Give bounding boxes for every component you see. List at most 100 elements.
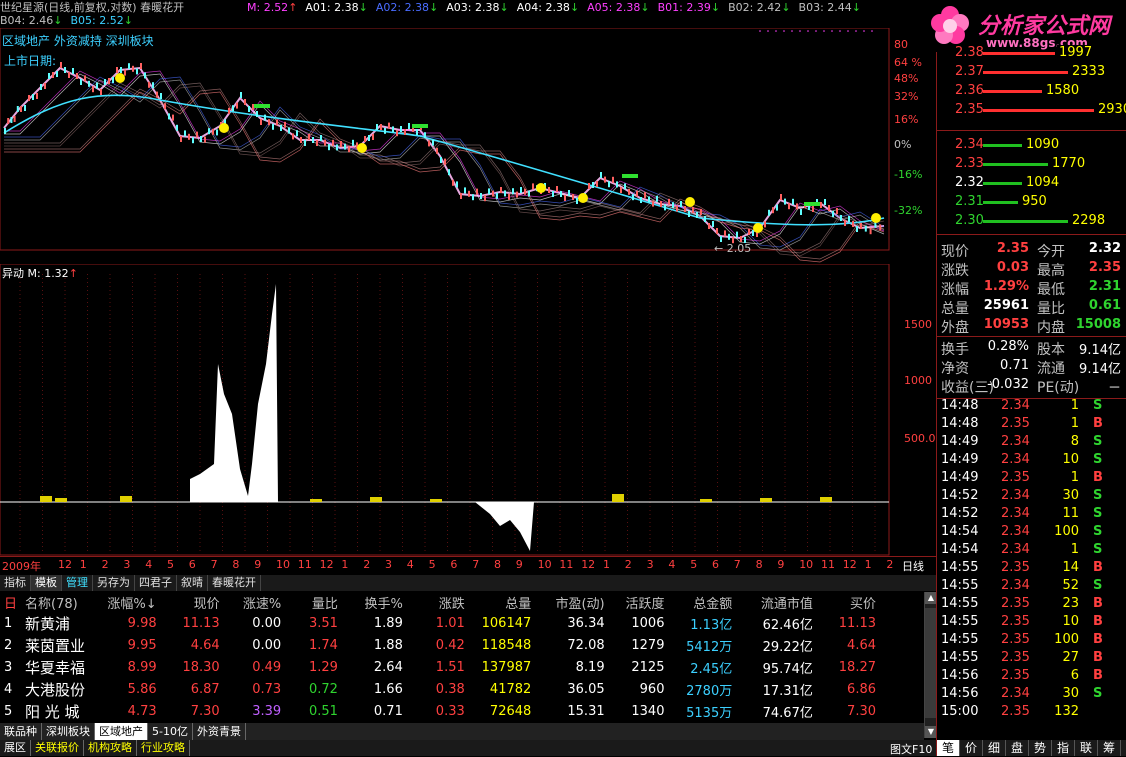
book-price: 2.30 (955, 213, 984, 228)
kline-chart[interactable]: ← 2.05 (0, 27, 890, 264)
top-dot (863, 30, 865, 32)
cell-pe: 36.34 (567, 615, 605, 631)
timeline-month: 10 (537, 558, 552, 571)
detail-tab[interactable]: 细 (983, 740, 1006, 756)
candle (20, 106, 22, 112)
formula-tab[interactable]: 春暖花开 (208, 575, 261, 591)
tick-time: 14:55 (941, 560, 979, 575)
column-header[interactable]: 市盈(动) (535, 592, 608, 612)
cell-amt: 5412万 (686, 639, 733, 655)
period-label[interactable]: 日线 (902, 558, 924, 574)
formula-tab[interactable]: 指标 (0, 575, 31, 591)
column-header[interactable]: 流通市值 (736, 592, 817, 612)
formula-tab[interactable]: 叙晴 (177, 575, 208, 591)
column-header[interactable]: 活跃度 (609, 592, 669, 612)
formula-tab[interactable]: 另存为 (93, 575, 135, 591)
column-header[interactable]: 名称(78) (21, 592, 98, 612)
detail-tab[interactable]: 势 (1029, 740, 1052, 756)
column-header[interactable]: 买价 (817, 592, 880, 612)
candle (652, 200, 654, 207)
cell-cap: 17.31亿 (762, 683, 813, 699)
indicator-panel[interactable]: 异动 M: 1.32↑ (0, 263, 890, 556)
sheet-tab[interactable]: 外资青景 (193, 723, 246, 740)
info-label: 现价 (941, 244, 969, 260)
timeline-month: 6 (450, 558, 458, 571)
sheet-tab[interactable]: 5-10亿 (148, 723, 193, 740)
timeline-month: 1 (341, 558, 349, 571)
timeline-year: 2009年 (2, 560, 41, 573)
cell-turn: 2.64 (373, 659, 403, 675)
candle (520, 187, 522, 193)
candle (184, 130, 186, 137)
sheet-tab[interactable]: 区域地产 (95, 723, 148, 740)
info-row: 涨幅 1.29% 最低 2.31 (937, 278, 1123, 298)
detail-tab[interactable]: 盘 (1006, 740, 1029, 756)
formula-tab[interactable]: 四君子 (135, 575, 177, 591)
sheet-tab[interactable]: 联品种 (0, 723, 42, 740)
timeline-month: 6 (188, 558, 196, 571)
table-row[interactable]: 1 新黄浦 9.98 11.13 0.00 3.51 1.89 1.01 106147 36.34… (0, 612, 880, 634)
table-row[interactable]: 5 阳 光 城 4.73 7.30 3.39 0.51 0.71 0.33 72648 15.31… (0, 700, 880, 722)
detail-tab[interactable]: 联 (1075, 740, 1098, 756)
sheet-tab[interactable]: 深圳板块 (42, 723, 95, 740)
candle (680, 201, 682, 207)
formula-tab[interactable]: 模板 (31, 575, 62, 591)
bid-row[interactable]: 2.31 950 (937, 193, 1123, 212)
bid-row[interactable]: 2.30 2298 (937, 212, 1123, 231)
detail-tab[interactable]: 笔 (937, 740, 960, 756)
indicator-bar (700, 499, 712, 502)
table-row[interactable]: 2 莱茵置业 9.95 4.64 0.00 1.74 1.88 0.42 118548 72.08… (0, 634, 880, 656)
column-header[interactable]: 总量 (469, 592, 536, 612)
figure-tab[interactable]: 图文F10 (890, 741, 932, 757)
column-header[interactable]: 换手% (342, 592, 407, 612)
formula-tab-bar: 指标 模板 管理 另存为 四君子 叙晴 春暖花开 (0, 575, 936, 591)
column-header[interactable]: 现价 (161, 592, 224, 612)
detail-tab[interactable]: 筹 (1098, 740, 1121, 756)
bottom-bar-item[interactable]: 关联报价 (31, 740, 84, 756)
candle (312, 137, 314, 143)
tick-volume: 10 (1062, 452, 1079, 467)
timeline-month: 12 (581, 558, 596, 571)
bid-row[interactable]: 2.34 1090 (937, 136, 1123, 155)
bottom-bar-item[interactable]: 行业攻略 (137, 740, 190, 756)
quote-table: 日名称(78) 涨幅%↓ 现价 涨速% 量比 换手% 涨跌 总量 市盈(动) 活跃度 总金额 流通市值… (0, 592, 880, 722)
cell-diff: 0.42 (435, 637, 465, 653)
formula-tab[interactable]: 管理 (62, 575, 93, 591)
tick-volume: 30 (1062, 686, 1079, 701)
candle (496, 192, 498, 199)
ma-legend-item: B03: 2.44↓ (798, 1, 861, 14)
candle (28, 95, 30, 101)
kline-panel[interactable]: ← 2.05 区域地产 外资减持 深圳板块 上市日期: (0, 27, 890, 264)
column-header[interactable]: 总金额 (668, 592, 736, 612)
column-header[interactable]: 涨幅%↓ (98, 592, 161, 612)
column-header[interactable]: 涨速% (224, 592, 286, 612)
detail-tab[interactable]: 指 (1052, 740, 1075, 756)
detail-tab[interactable]: 价 (960, 740, 983, 756)
column-header[interactable]: 量比 (285, 592, 342, 612)
ask-row[interactable]: 2.38 1997 (937, 44, 1123, 63)
bid-row[interactable]: 2.32 1094 (937, 174, 1123, 193)
candle (284, 121, 286, 128)
candle (472, 194, 474, 201)
table-row[interactable]: 4 大港股份 5.86 6.87 0.73 0.72 1.66 0.38 41782 36.05 9… (0, 678, 880, 700)
column-header[interactable]: 涨跌 (407, 592, 469, 612)
candle (24, 105, 26, 111)
indicator-axis-label: 1000 (904, 374, 932, 387)
bid-row[interactable]: 2.33 1770 (937, 155, 1123, 174)
ask-row[interactable]: 2.37 2333 (937, 63, 1123, 82)
pct-axis-label: -16% (894, 168, 923, 181)
candle (136, 68, 138, 75)
bottom-bar-item[interactable]: 展区 (0, 740, 31, 756)
bottom-bar-item[interactable]: 机构攻略 (84, 740, 137, 756)
table-row[interactable]: 3 华夏幸福 8.99 18.30 0.49 1.29 2.64 1.51 137987 8.19… (0, 656, 880, 678)
candle (636, 190, 638, 197)
indicator-chart[interactable] (0, 263, 890, 556)
ask-row[interactable]: 2.35 2930 (937, 101, 1126, 120)
tick-price: 2.35 (1001, 416, 1030, 431)
info-value: 15008 (1075, 317, 1121, 332)
book-volume: 1090 (1024, 137, 1060, 152)
candle (828, 205, 830, 211)
ask-row[interactable]: 2.36 1580 (937, 82, 1123, 101)
tick-time: 14:56 (941, 668, 979, 683)
row-index: 5 (4, 703, 13, 719)
